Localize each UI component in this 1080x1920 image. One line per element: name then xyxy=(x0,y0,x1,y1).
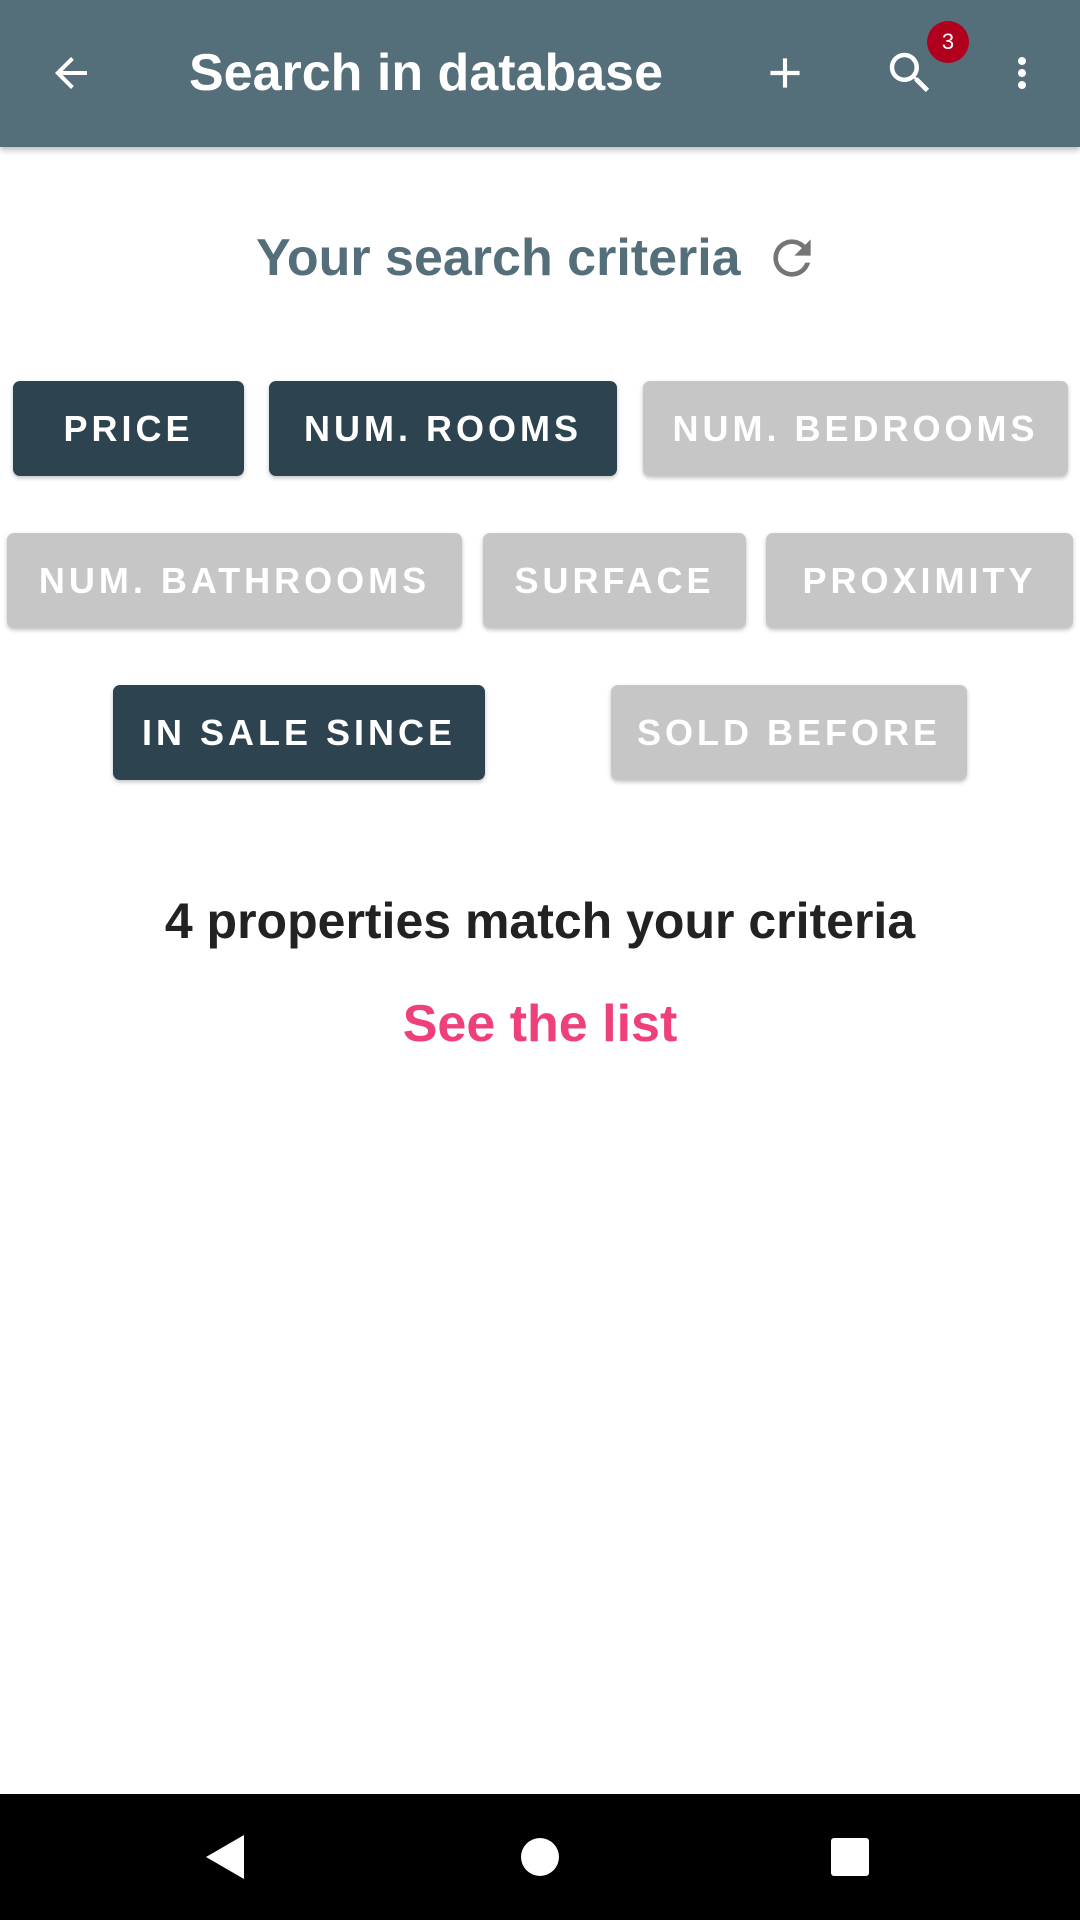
chip-label: NUM. BEDROOMS xyxy=(672,407,1039,449)
match-count-text: 4 properties match your criteria xyxy=(164,893,916,949)
chip-proximity[interactable]: PROXIMITY xyxy=(766,533,1073,628)
chip-price[interactable]: PRICE xyxy=(13,381,244,476)
chip-label: PRICE xyxy=(63,407,194,449)
see-the-list-link[interactable]: See the list xyxy=(340,994,740,1054)
chip-num-rooms[interactable]: NUM. ROOMS xyxy=(269,381,617,476)
chip-sold-before[interactable]: SOLD BEFORE xyxy=(611,685,967,780)
more-vert-icon xyxy=(1018,57,1026,89)
nav-home-button[interactable] xyxy=(490,1807,590,1907)
chip-num-bedrooms[interactable]: NUM. BEDROOMS xyxy=(643,381,1068,476)
chip-label: NUM. BATHROOMS xyxy=(38,559,431,601)
nav-home-icon xyxy=(521,1838,559,1876)
more-options-button[interactable] xyxy=(974,25,1070,121)
chip-label: IN SALE SINCE xyxy=(141,711,457,753)
arrow-back-icon xyxy=(55,57,87,89)
chip-num-bathrooms[interactable]: NUM. BATHROOMS xyxy=(7,533,462,628)
add-icon xyxy=(770,58,800,88)
refresh-icon xyxy=(773,239,811,277)
chip-label: PROXIMITY xyxy=(802,559,1037,601)
back-button[interactable] xyxy=(23,25,119,121)
chip-label: SOLD BEFORE xyxy=(636,711,941,753)
chip-label: SURFACE xyxy=(514,559,715,601)
refresh-button[interactable] xyxy=(752,222,832,294)
nav-recents-icon xyxy=(831,1838,869,1876)
chip-label: NUM. ROOMS xyxy=(304,407,582,449)
chip-in-sale-since[interactable]: IN SALE SINCE xyxy=(113,685,485,780)
system-nav-bar xyxy=(0,1794,1080,1920)
search-count-badge: 3 xyxy=(927,21,969,63)
chip-surface[interactable]: SURFACE xyxy=(483,533,746,628)
add-button[interactable] xyxy=(737,25,833,121)
criteria-heading: Your search criteria xyxy=(256,229,741,287)
page-title: Search in database xyxy=(189,44,663,102)
nav-back-icon xyxy=(206,1835,244,1879)
search-icon xyxy=(889,52,930,93)
app-bar: Search in database 3 xyxy=(0,0,1080,147)
nav-back-button[interactable] xyxy=(175,1807,275,1907)
nav-recents-button[interactable] xyxy=(800,1807,900,1907)
